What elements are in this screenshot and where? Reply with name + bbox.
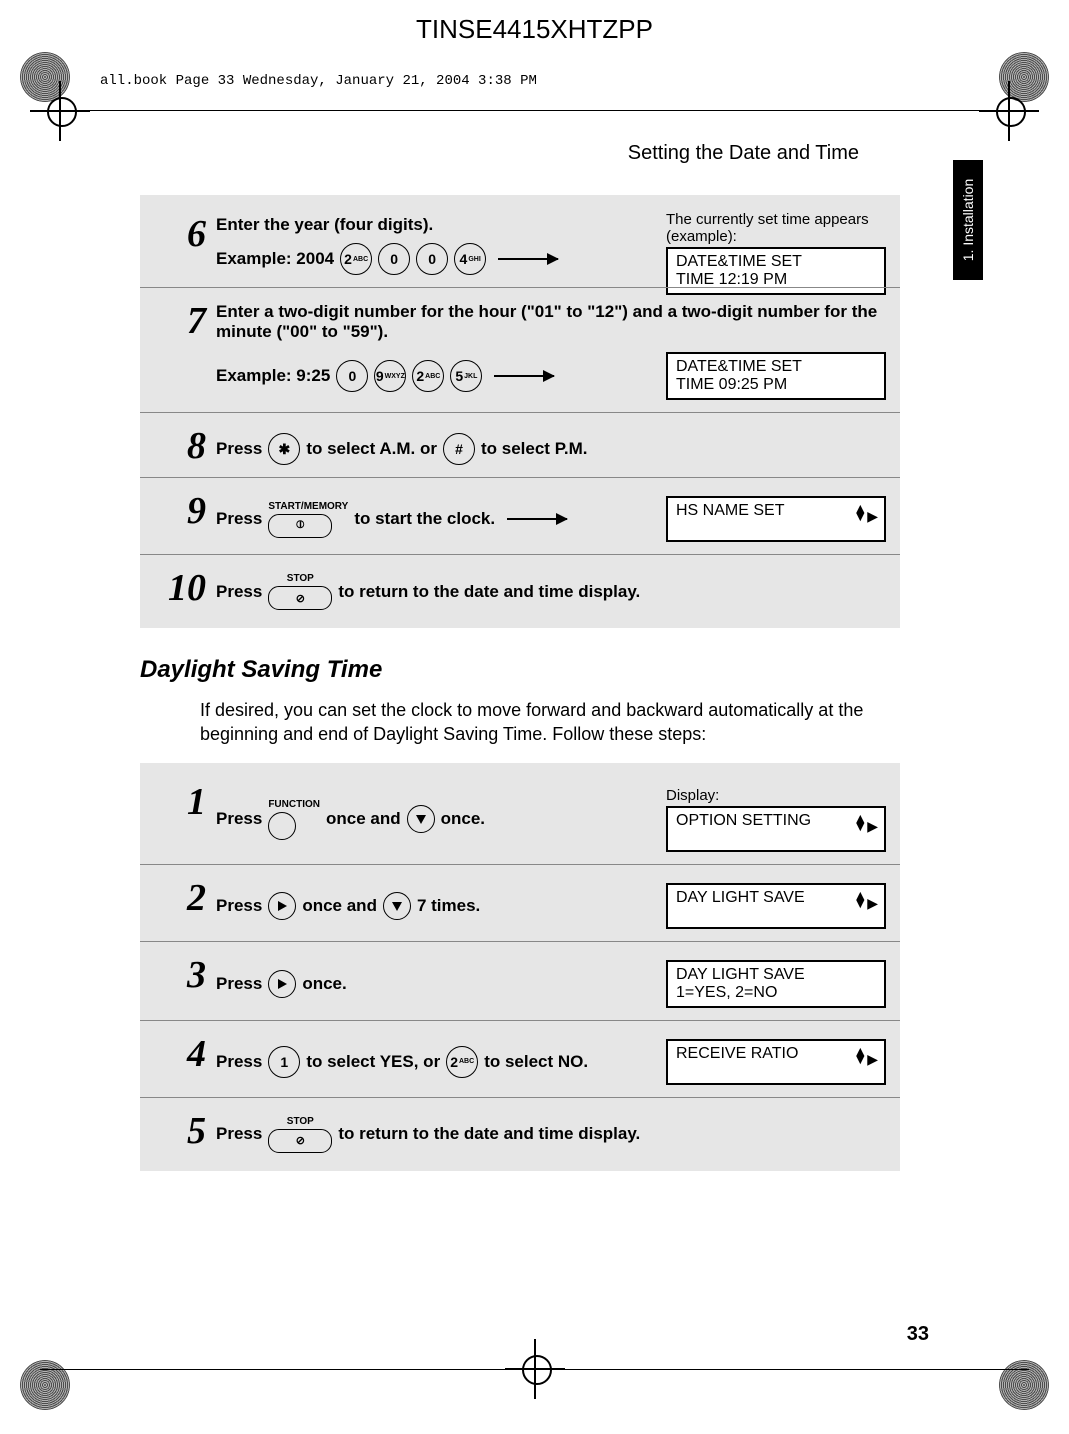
step-text-part: to select A.M. or [306,439,437,459]
step-text: Enter a two-digit number for the hour ("… [216,302,886,342]
step-8: 8 Press ✱ to select A.M. or # to select … [140,412,900,469]
procedure-box-b: 1 Press FUNCTION once and once. Display:… [140,763,900,1171]
nav-down-button[interactable] [383,892,411,920]
key-0[interactable]: 0 [336,360,368,392]
display-note: Display: [666,787,886,804]
section-title: Daylight Saving Time [140,656,900,684]
document-code: TINSE4415XHTZPP [0,14,1069,45]
start-memory-button[interactable]: START/MEMORY ⦶ [268,501,348,538]
lcd-display: DATE&TIME SET TIME 09:25 PM [666,352,886,400]
key-9[interactable]: 9WXYZ [374,360,406,392]
page-header: Setting the Date and Time [628,142,859,165]
step-text-part: Press [216,509,262,529]
key-1[interactable]: 1 [268,1046,300,1078]
step-number: 3 [150,956,206,994]
chapter-tab: 1. Installation [953,160,983,280]
function-button[interactable]: FUNCTION [268,799,320,840]
key-0[interactable]: 0 [416,243,448,275]
step-number: 4 [150,1035,206,1073]
stop-button[interactable]: STOP ⊘ [268,573,332,610]
step-text-part: to return to the date and time display. [338,1124,640,1144]
step-text-part: Press [216,1052,262,1072]
nav-arrows-icon: ▲▼▶ [853,814,878,831]
texture-top-right [999,52,1049,102]
lcd-display: DAY LIGHT SAVE 1=YES, 2=NO [666,960,886,1008]
key-star[interactable]: ✱ [268,433,300,465]
nav-right-button[interactable] [268,970,296,998]
step-b5: 5 Press STOP ⊘ to return to the date and… [140,1097,900,1157]
step-b4: 4 Press 1 to select YES, or 2ABC to sele… [140,1020,900,1089]
step-text-part: Press [216,974,262,994]
step-text-part: Press [216,439,262,459]
step-9: 9 Press START/MEMORY ⦶ to start the cloc… [140,477,900,546]
step-number: 9 [150,492,206,530]
step-text-part: once. [441,809,485,829]
example-label: Example: 9:25 [216,366,330,386]
arrow-icon [494,375,554,377]
key-0[interactable]: 0 [378,243,410,275]
example-label: Example: 2004 [216,249,334,269]
page-number: 33 [907,1323,929,1346]
frame-line-top [40,110,1029,111]
step-b2: 2 Press once and 7 times. DAY LIGHT SAVE… [140,864,900,933]
key-2[interactable]: 2ABC [340,243,372,275]
step-number: 8 [150,427,206,465]
key-hash[interactable]: # [443,433,475,465]
step-text-part: to start the clock. [354,509,495,529]
lcd-display: DAY LIGHT SAVE ▲▼▶ [666,883,886,929]
key-4[interactable]: 4GHI [454,243,486,275]
step-number: 2 [150,879,206,917]
chapter-tab-label: 1. Installation [960,175,976,265]
texture-top-left [20,52,70,102]
step-10: 10 Press STOP ⊘ to return to the date an… [140,554,900,614]
section-paragraph: If desired, you can set the clock to mov… [200,698,900,747]
texture-bottom-right [999,1360,1049,1410]
nav-arrows-icon: ▲▼▶ [853,1047,878,1064]
step-text-part: once and [326,809,401,829]
nav-down-button[interactable] [407,805,435,833]
step-6: 6 Enter the year (four digits). Example:… [140,205,900,279]
step-number: 5 [150,1112,206,1150]
step-text-part: 7 times. [417,896,480,916]
key-5[interactable]: 5JKL [450,360,482,392]
display-note: The currently set time appears (example)… [666,211,886,245]
step-number: 6 [150,215,206,253]
step-text-part: once and [302,896,377,916]
step-text-part: Press [216,809,262,829]
step-number: 7 [150,302,206,340]
step-text-part: Press [216,1124,262,1144]
step-7: 7 Enter a two-digit number for the hour … [140,287,900,404]
frame-line-bottom [40,1369,1029,1370]
step-text-part: to select YES, or [306,1052,440,1072]
nav-arrows-icon: ▲▼▶ [853,891,878,908]
key-2[interactable]: 2ABC [446,1046,478,1078]
step-text-part: once. [302,974,346,994]
lcd-display: RECEIVE RATIO ▲▼▶ [666,1039,886,1085]
arrow-icon [507,518,567,520]
step-b3: 3 Press once. DAY LIGHT SAVE 1=YES, 2=NO [140,941,900,1012]
step-text-part: to select NO. [484,1052,588,1072]
texture-bottom-left [20,1360,70,1410]
book-header-note: all.book Page 33 Wednesday, January 21, … [100,73,537,89]
lcd-display: OPTION SETTING ▲▼▶ [666,806,886,852]
procedure-box-a: 6 Enter the year (four digits). Example:… [140,195,900,628]
step-text-part: to select P.M. [481,439,587,459]
step-number: 10 [150,569,206,607]
page-content: 6 Enter the year (four digits). Example:… [140,195,900,1171]
nav-right-button[interactable] [268,892,296,920]
arrow-icon [498,258,558,260]
step-text-part: Press [216,582,262,602]
step-text-part: Press [216,896,262,916]
stop-button[interactable]: STOP ⊘ [268,1116,332,1153]
lcd-display: HS NAME SET ▲▼▶ [666,496,886,542]
nav-arrows-icon: ▲▼▶ [853,504,878,521]
key-2[interactable]: 2ABC [412,360,444,392]
step-b1: 1 Press FUNCTION once and once. Display:… [140,773,900,856]
step-number: 1 [150,783,206,821]
step-text-part: to return to the date and time display. [338,582,640,602]
